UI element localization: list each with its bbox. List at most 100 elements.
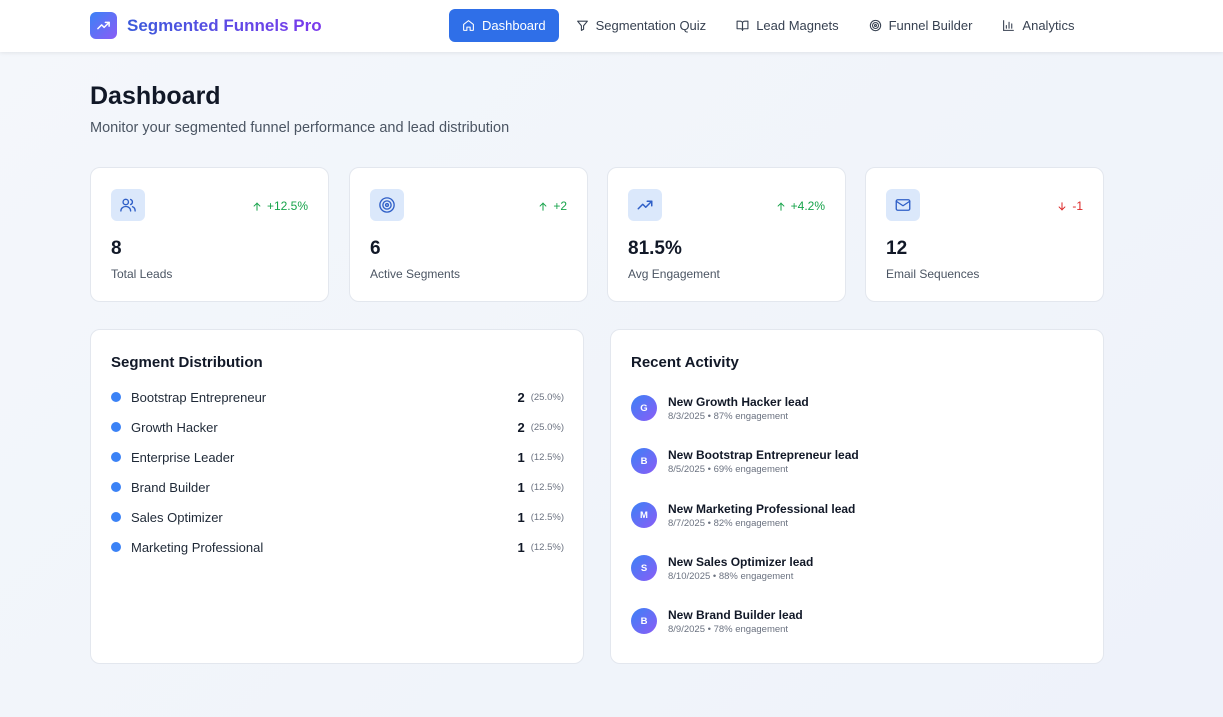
stat-change: +4.2% xyxy=(776,199,825,213)
trending-up-icon xyxy=(90,12,117,39)
nav-segmentation-quiz[interactable]: Segmentation Quiz xyxy=(563,9,720,42)
avatar: M xyxy=(631,502,657,528)
nav-segmentation-quiz-label: Segmentation Quiz xyxy=(595,18,707,33)
avatar: B xyxy=(631,608,657,634)
activity-meta: 8/9/2025 • 78% engagement xyxy=(668,623,789,635)
avatar: S xyxy=(631,555,657,581)
page-subtitle: Monitor your segmented funnel performanc… xyxy=(90,120,510,136)
activity-meta: 8/7/2025 • 82% engagement xyxy=(668,517,789,529)
page-title: Dashboard xyxy=(90,82,221,110)
list-item: Enterprise Leader 1 (12.5%) xyxy=(111,447,564,467)
stat-value: 6 xyxy=(370,238,381,259)
recent-activity-panel: Recent Activity G New Growth Hacker lead… xyxy=(610,329,1104,664)
activity-title: New Growth Hacker lead xyxy=(668,394,809,409)
list-item: Marketing Professional 1 (12.5%) xyxy=(111,537,564,557)
segment-dot xyxy=(111,452,121,462)
panel-title: Recent Activity xyxy=(631,354,739,371)
segment-count: 2 xyxy=(517,419,525,435)
arrow-down-icon xyxy=(1058,201,1066,211)
segment-dot xyxy=(111,422,121,432)
app-title: Segmented Funnels Pro xyxy=(127,15,322,35)
stat-card-active-segments: +2 6 Active Segments xyxy=(349,167,588,302)
arrow-up-icon xyxy=(777,201,785,211)
segment-dot xyxy=(111,512,121,522)
arrow-up-icon xyxy=(253,201,261,211)
avatar: G xyxy=(631,395,657,421)
segment-count: 1 xyxy=(517,509,525,525)
nav-analytics[interactable]: Analytics xyxy=(989,9,1087,42)
target-icon xyxy=(370,189,404,221)
segment-name: Brand Builder xyxy=(131,479,210,495)
stat-value: 12 xyxy=(886,238,908,259)
list-item: Sales Optimizer 1 (12.5%) xyxy=(111,507,564,527)
nav-analytics-label: Analytics xyxy=(1022,18,1075,33)
top-nav-bar: Segmented Funnels Pro Dashboard Segmenta… xyxy=(0,0,1223,52)
activity-title: New Brand Builder lead xyxy=(668,607,803,622)
activity-item: B New Brand Builder lead 8/9/2025 • 78% … xyxy=(631,606,803,636)
activity-item: S New Sales Optimizer lead 8/10/2025 • 8… xyxy=(631,553,813,583)
segment-name: Sales Optimizer xyxy=(131,509,223,525)
segment-count: 1 xyxy=(517,449,525,465)
segment-count: 1 xyxy=(517,539,525,555)
segment-name: Enterprise Leader xyxy=(131,449,235,465)
stat-change-value: -1 xyxy=(1072,199,1083,213)
segment-distribution-panel: Segment Distribution Bootstrap Entrepren… xyxy=(90,329,584,664)
activity-item: B New Bootstrap Entrepreneur lead 8/5/20… xyxy=(631,446,859,476)
stat-value: 8 xyxy=(111,238,122,259)
stat-change: -1 xyxy=(1057,199,1083,213)
segment-count: 2 xyxy=(517,389,525,405)
bar-chart-icon xyxy=(1003,20,1015,31)
stat-card-email-sequences: -1 12 Email Sequences xyxy=(865,167,1104,302)
segment-percent: (25.0%) xyxy=(530,391,564,403)
nav-lead-magnets[interactable]: Lead Magnets xyxy=(723,9,851,42)
arrow-up-icon xyxy=(539,201,547,211)
panel-title: Segment Distribution xyxy=(111,354,263,371)
stat-value: 81.5% xyxy=(628,238,682,259)
nav-dashboard[interactable]: Dashboard xyxy=(449,9,559,42)
main-nav: Dashboard Segmentation Quiz Lead Magnets… xyxy=(449,9,1091,42)
avatar: B xyxy=(631,448,657,474)
stat-label: Email Sequences xyxy=(886,267,980,281)
list-item: Growth Hacker 2 (25.0%) xyxy=(111,417,564,437)
stat-change-value: +2 xyxy=(553,199,567,213)
home-icon xyxy=(463,20,474,31)
activity-meta: 8/10/2025 • 88% engagement xyxy=(668,570,794,582)
activity-title: New Sales Optimizer lead xyxy=(668,554,814,569)
segment-name: Growth Hacker xyxy=(131,419,218,435)
segment-percent: (12.5%) xyxy=(530,451,564,463)
target-icon xyxy=(869,19,881,32)
activity-item: M New Marketing Professional lead 8/7/20… xyxy=(631,500,855,530)
list-item: Bootstrap Entrepreneur 2 (25.0%) xyxy=(111,387,564,407)
users-icon xyxy=(111,189,145,221)
stat-change-value: +12.5% xyxy=(266,199,308,213)
stat-change-value: +4.2% xyxy=(790,199,825,213)
stat-change: +2 xyxy=(538,199,567,213)
segment-dot xyxy=(111,482,121,492)
nav-lead-magnets-label: Lead Magnets xyxy=(756,18,839,33)
trending-up-icon xyxy=(628,189,662,221)
activity-title: New Marketing Professional lead xyxy=(668,501,856,516)
filter-icon xyxy=(576,20,588,31)
stat-label: Avg Engagement xyxy=(628,267,720,281)
segment-count: 1 xyxy=(517,479,525,495)
book-icon xyxy=(736,20,749,31)
stat-label: Total Leads xyxy=(111,267,173,281)
segment-percent: (12.5%) xyxy=(530,541,564,553)
segment-dot xyxy=(111,542,121,552)
stat-card-avg-engagement: +4.2% 81.5% Avg Engagement xyxy=(607,167,846,302)
stat-label: Active Segments xyxy=(370,267,461,281)
segment-name: Bootstrap Entrepreneur xyxy=(131,389,267,405)
nav-funnel-builder-label: Funnel Builder xyxy=(888,18,973,33)
nav-funnel-builder[interactable]: Funnel Builder xyxy=(856,9,986,42)
activity-meta: 8/5/2025 • 69% engagement xyxy=(668,463,789,475)
segment-dot xyxy=(111,392,121,402)
stat-change: +12.5% xyxy=(252,199,308,213)
activity-meta: 8/3/2025 • 87% engagement xyxy=(668,410,789,422)
nav-dashboard-label: Dashboard xyxy=(482,18,546,33)
segment-percent: (25.0%) xyxy=(530,421,564,433)
segment-name: Marketing Professional xyxy=(131,539,264,555)
segment-percent: (12.5%) xyxy=(530,481,564,493)
mail-icon xyxy=(886,189,920,221)
activity-item: G New Growth Hacker lead 8/3/2025 • 87% … xyxy=(631,393,809,423)
brand[interactable]: Segmented Funnels Pro xyxy=(90,12,322,39)
